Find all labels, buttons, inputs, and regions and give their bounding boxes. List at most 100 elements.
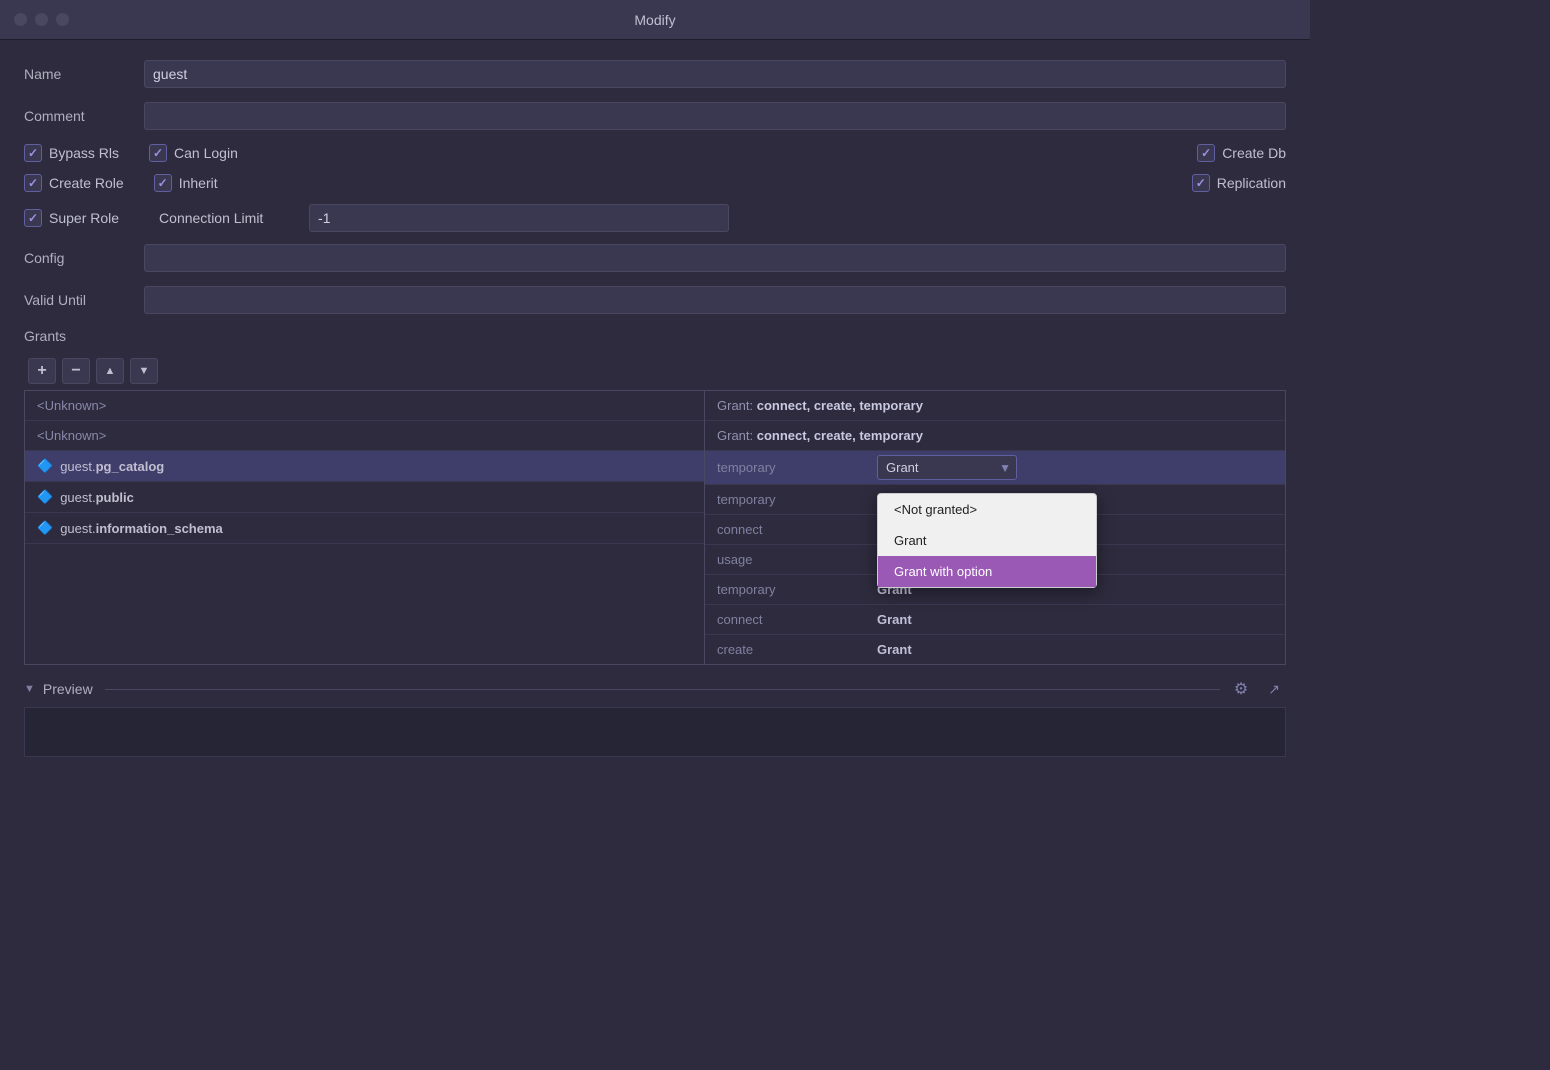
- dropdown-not-granted[interactable]: <Not granted>: [878, 494, 1096, 525]
- schema-icon-2: 🔷: [37, 489, 53, 505]
- comment-input[interactable]: [144, 102, 1286, 130]
- checkboxes-row-2: Create Role Inherit Replication: [24, 174, 1286, 192]
- create-db-box[interactable]: [1197, 144, 1215, 162]
- name-label: Name: [24, 66, 144, 82]
- comment-row: Comment: [24, 102, 1286, 130]
- grant-text-1: Grant:: [717, 398, 757, 413]
- gear-button[interactable]: ⚙: [1228, 677, 1254, 701]
- valid-until-label: Valid Until: [24, 292, 144, 308]
- grant-row-1-name: <Unknown>: [37, 398, 106, 413]
- grants-table-container: <Unknown> <Unknown> 🔷 guest.pg_catalog 🔷…: [24, 390, 1286, 665]
- super-role-label: Super Role: [49, 210, 119, 226]
- grant-value-create: Grant: [877, 642, 912, 657]
- move-up-button[interactable]: ▲: [96, 358, 124, 384]
- grant-value-connect2: Grant: [877, 612, 912, 627]
- create-db-checkbox[interactable]: Create Db: [1197, 144, 1286, 162]
- valid-until-input[interactable]: [144, 286, 1286, 314]
- create-db-label: Create Db: [1222, 145, 1286, 161]
- close-button[interactable]: [14, 13, 27, 26]
- preview-header: ▼ Preview ⚙ ↗: [24, 677, 1286, 701]
- remove-grant-button[interactable]: −: [62, 358, 90, 384]
- grants-left-panel: <Unknown> <Unknown> 🔷 guest.pg_catalog 🔷…: [25, 391, 705, 664]
- grant-bold-2: connect, create, temporary: [757, 428, 923, 443]
- grant-right-row-1: Grant: connect, create, temporary: [705, 391, 1285, 421]
- replication-box[interactable]: [1192, 174, 1210, 192]
- main-content: Name Comment Bypass Rls Can Login Create…: [0, 40, 1310, 777]
- grant-privilege-usage: usage: [717, 552, 877, 567]
- grant-text-2: Grant:: [717, 428, 757, 443]
- grant-right-row-3: temporary Grant ▼ <Not granted> Grant Gr…: [705, 451, 1285, 485]
- dropdown-grant-with-option[interactable]: Grant with option: [878, 556, 1096, 587]
- bypass-rls-checkbox[interactable]: Bypass Rls: [24, 144, 119, 162]
- grant-select[interactable]: Grant: [877, 455, 1017, 480]
- grants-label: Grants: [24, 328, 1286, 344]
- preview-content: [24, 707, 1286, 757]
- config-row: Config: [24, 244, 1286, 272]
- grant-row-2[interactable]: <Unknown>: [25, 421, 704, 451]
- grant-row-3[interactable]: 🔷 guest.pg_catalog: [25, 451, 704, 482]
- add-grant-button[interactable]: +: [28, 358, 56, 384]
- traffic-lights: [14, 13, 69, 26]
- inherit-checkbox[interactable]: Inherit: [154, 174, 218, 192]
- grant-row-4-name: guest.public: [60, 490, 134, 505]
- schema-icon-3: 🔷: [37, 520, 53, 536]
- grant-row-5[interactable]: 🔷 guest.information_schema: [25, 513, 704, 544]
- preview-label: Preview: [43, 681, 93, 697]
- name-input[interactable]: [144, 60, 1286, 88]
- external-link-button[interactable]: ↗: [1262, 679, 1286, 700]
- schema-icon-1: 🔷: [37, 458, 53, 474]
- config-label: Config: [24, 250, 144, 266]
- minimize-button[interactable]: [35, 13, 48, 26]
- maximize-button[interactable]: [56, 13, 69, 26]
- replication-checkbox[interactable]: Replication: [1192, 174, 1286, 192]
- window-title: Modify: [634, 12, 675, 28]
- checkboxes-row-1: Bypass Rls Can Login Create Db: [24, 144, 1286, 162]
- grant-right-row-2: Grant: connect, create, temporary: [705, 421, 1285, 451]
- grant-privilege-connect2: connect: [717, 612, 877, 627]
- grant-row-1[interactable]: <Unknown>: [25, 391, 704, 421]
- can-login-label: Can Login: [174, 145, 238, 161]
- config-input[interactable]: [144, 244, 1286, 272]
- valid-until-row: Valid Until: [24, 286, 1286, 314]
- dropdown-grant[interactable]: Grant: [878, 525, 1096, 556]
- create-role-checkbox[interactable]: Create Role: [24, 174, 124, 192]
- connection-limit-label: Connection Limit: [159, 210, 309, 226]
- grant-privilege-4: temporary: [717, 492, 877, 507]
- inherit-label: Inherit: [179, 175, 218, 191]
- grant-bold-1: connect, create, temporary: [757, 398, 923, 413]
- bypass-rls-label: Bypass Rls: [49, 145, 119, 161]
- grant-dropdown: <Not granted> Grant Grant with option: [877, 493, 1097, 588]
- grant-privilege-5: connect: [717, 522, 877, 537]
- grant-privilege-create: create: [717, 642, 877, 657]
- grants-toolbar: + − ▲ ▼: [24, 352, 1286, 390]
- grants-section: Grants + − ▲ ▼ <Unknown> <Unknown>: [24, 328, 1286, 757]
- grant-select-wrapper: Grant ▼ <Not granted> Grant Grant with o…: [877, 455, 1017, 480]
- title-bar: Modify: [0, 0, 1310, 40]
- move-down-button[interactable]: ▼: [130, 358, 158, 384]
- preview-toggle-icon[interactable]: ▼: [24, 683, 35, 695]
- grant-right-row-connect2: connect Grant: [705, 605, 1285, 635]
- bypass-rls-box[interactable]: [24, 144, 42, 162]
- grant-right-row-create: create Grant: [705, 635, 1285, 664]
- name-row: Name: [24, 60, 1286, 88]
- create-role-label: Create Role: [49, 175, 124, 191]
- grant-row-2-name: <Unknown>: [37, 428, 106, 443]
- can-login-checkbox[interactable]: Can Login: [149, 144, 238, 162]
- grant-row-5-name: guest.information_schema: [60, 521, 223, 536]
- preview-section: ▼ Preview ⚙ ↗: [24, 677, 1286, 757]
- can-login-box[interactable]: [149, 144, 167, 162]
- grant-row-4[interactable]: 🔷 guest.public: [25, 482, 704, 513]
- super-role-box[interactable]: [24, 209, 42, 227]
- checkboxes-row-3: Super Role Connection Limit: [24, 204, 1286, 232]
- grant-privilege-temp2: temporary: [717, 582, 877, 597]
- grant-row-3-name: guest.pg_catalog: [60, 459, 164, 474]
- comment-label: Comment: [24, 108, 144, 124]
- grants-right-panel: Grant: connect, create, temporary Grant:…: [705, 391, 1285, 664]
- connection-limit-input[interactable]: [309, 204, 729, 232]
- create-role-box[interactable]: [24, 174, 42, 192]
- inherit-box[interactable]: [154, 174, 172, 192]
- super-role-checkbox[interactable]: Super Role: [24, 209, 119, 227]
- replication-label: Replication: [1217, 175, 1286, 191]
- preview-divider: [105, 689, 1220, 690]
- grant-privilege-3: temporary: [717, 460, 877, 475]
